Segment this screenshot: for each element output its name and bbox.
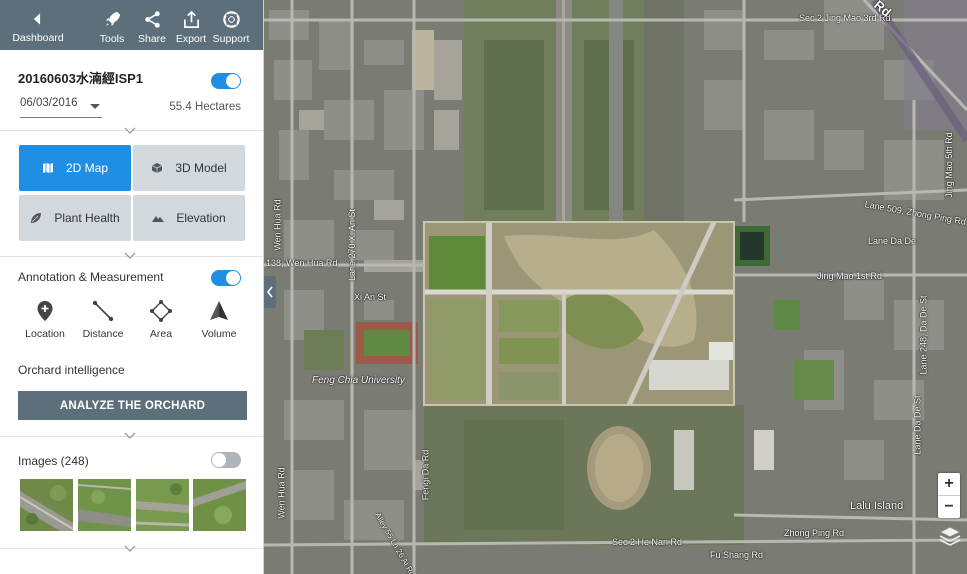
image-thumbnail[interactable] <box>193 479 246 531</box>
road-label: Sec 2 Jing Mao 3rd Rd <box>799 13 891 23</box>
road-label: Xi An St <box>354 292 387 302</box>
road-label: 138, Wen Hua Rd <box>266 258 338 268</box>
place-label: Lalu Island <box>850 500 904 512</box>
dashboard-label: Dashboard <box>12 32 64 44</box>
annotation-title: Annotation & Measurement <box>18 270 164 284</box>
road-label: Lane Da De St <box>912 395 923 455</box>
place-label: Feng Chia University <box>312 375 405 386</box>
road-label: Jing Mao 5th Rd <box>943 132 954 198</box>
analyze-orchard-button[interactable]: ANALYZE THE ORCHARD <box>18 391 247 420</box>
road-label: Sec 2 He Nan Rd <box>612 537 683 547</box>
view-label: Plant Health <box>54 211 120 225</box>
zoom-out-button[interactable]: − <box>938 495 960 518</box>
location-tool[interactable]: Location <box>17 300 73 340</box>
road-label: Zhong Ping Rd <box>784 528 845 538</box>
leaf-icon <box>31 213 42 223</box>
view-plant-health-button[interactable]: Plant Health <box>19 195 131 241</box>
tools-button[interactable]: Tools <box>97 0 127 50</box>
top-toolbar: Dashboard Tools Share Export Support <box>0 0 263 50</box>
export-button[interactable]: Export <box>175 0 207 50</box>
support-label: Support <box>212 33 250 45</box>
back-arrow-icon <box>33 13 41 25</box>
tools-label: Tools <box>99 33 125 45</box>
orchard-title: Orchard intelligence <box>18 363 125 377</box>
sidebar-panel: Dashboard Tools Share Export Support 201… <box>0 0 264 574</box>
road-label: Fu Shang Rd <box>710 550 764 560</box>
annotation-toggle[interactable] <box>211 270 241 286</box>
view-label: Elevation <box>176 211 226 225</box>
dashboard-back-button[interactable]: Dashboard <box>10 0 66 50</box>
road-label: Lane Da De <box>868 236 917 246</box>
sidebar-collapse-tab[interactable] <box>264 276 276 308</box>
road-label: Wen Hua Rd <box>276 467 287 519</box>
lifebuoy-icon <box>222 11 240 28</box>
view-label: 2D Map <box>65 161 109 175</box>
date-value: 06/03/2016 <box>20 97 78 109</box>
view-label: 3D Model <box>175 161 227 175</box>
road-label: Lane 248, Da De St <box>918 295 929 375</box>
image-thumbnail[interactable] <box>78 479 131 531</box>
mountain-icon <box>152 216 165 222</box>
collapse-chevron-icon[interactable] <box>124 432 136 440</box>
satellite-imagery <box>264 0 967 574</box>
support-button[interactable]: Support <box>212 0 250 50</box>
image-thumbnail[interactable] <box>136 479 189 531</box>
road-label: Jing Mao 1st Rd <box>817 271 883 281</box>
chevron-left-icon <box>266 286 273 298</box>
date-select[interactable]: 06/03/2016 <box>20 97 102 118</box>
view-2d-map-button[interactable]: 2D Map <box>19 145 131 191</box>
satellite-map[interactable]: Sec 2 Jing Mao 3rd Rd Rd Wen Hua Rd Lane… <box>264 0 967 574</box>
ruler-line-icon <box>92 300 114 322</box>
map-icon <box>42 163 53 173</box>
images-toggle[interactable] <box>211 452 241 468</box>
export-icon <box>183 10 199 28</box>
share-icon <box>144 11 160 28</box>
chevron-down-icon <box>90 104 100 109</box>
collapse-chevron-icon[interactable] <box>124 252 136 260</box>
export-label: Export <box>175 33 207 45</box>
distance-tool[interactable]: Distance <box>75 300 131 340</box>
project-visibility-toggle[interactable] <box>211 73 241 89</box>
road-label: Fengi Da Rd <box>420 449 431 501</box>
share-button[interactable]: Share <box>137 0 167 50</box>
tool-label: Area <box>149 328 173 340</box>
view-elevation-button[interactable]: Elevation <box>133 195 245 241</box>
tool-label: Distance <box>82 328 124 340</box>
tool-label: Location <box>25 328 65 340</box>
cube-icon <box>152 163 163 173</box>
zoom-control: + − <box>938 473 960 518</box>
image-thumbnail[interactable] <box>20 479 73 531</box>
view-3d-model-button[interactable]: 3D Model <box>133 145 245 191</box>
area-readout: 55.4 Hectares <box>169 101 241 113</box>
road-label: Lane 270 Xi An St <box>347 208 358 282</box>
layers-icon[interactable] <box>938 524 962 548</box>
tool-label: Volume <box>201 328 237 340</box>
collapse-chevron-icon[interactable] <box>124 127 136 135</box>
share-label: Share <box>137 33 167 45</box>
location-pin-icon <box>37 301 53 321</box>
collapse-chevron-icon[interactable] <box>124 545 136 553</box>
project-title: 20160603水湳經ISP1 <box>18 71 144 86</box>
zoom-in-button[interactable]: + <box>938 473 960 495</box>
road-label: Wen Hua Rd <box>272 199 283 251</box>
polygon-icon <box>150 300 172 322</box>
area-tool[interactable]: Area <box>133 300 189 340</box>
pyramid-icon <box>210 301 228 320</box>
images-title: Images (248) <box>18 454 89 468</box>
rocket-icon <box>105 11 120 27</box>
volume-tool[interactable]: Volume <box>191 300 247 340</box>
